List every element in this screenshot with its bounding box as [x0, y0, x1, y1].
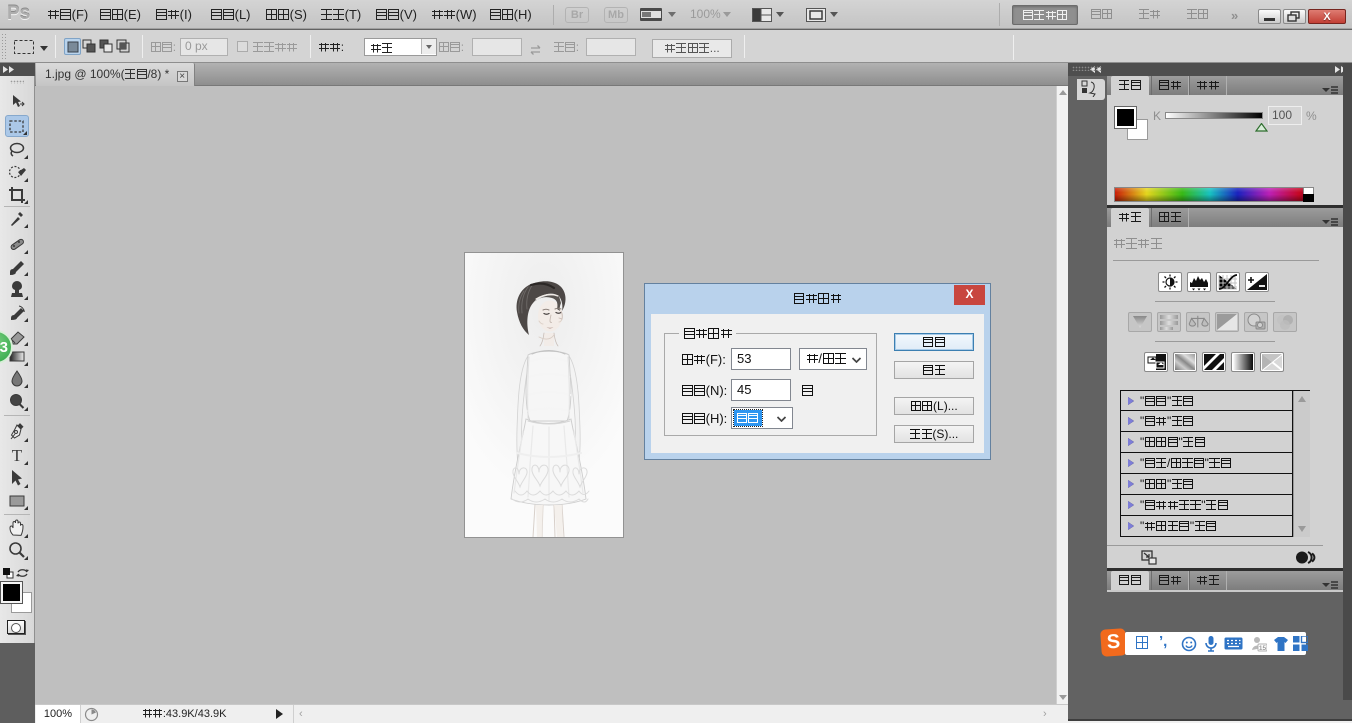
svg-text:T: T	[12, 446, 23, 464]
svg-text:15: 15	[1259, 645, 1267, 652]
